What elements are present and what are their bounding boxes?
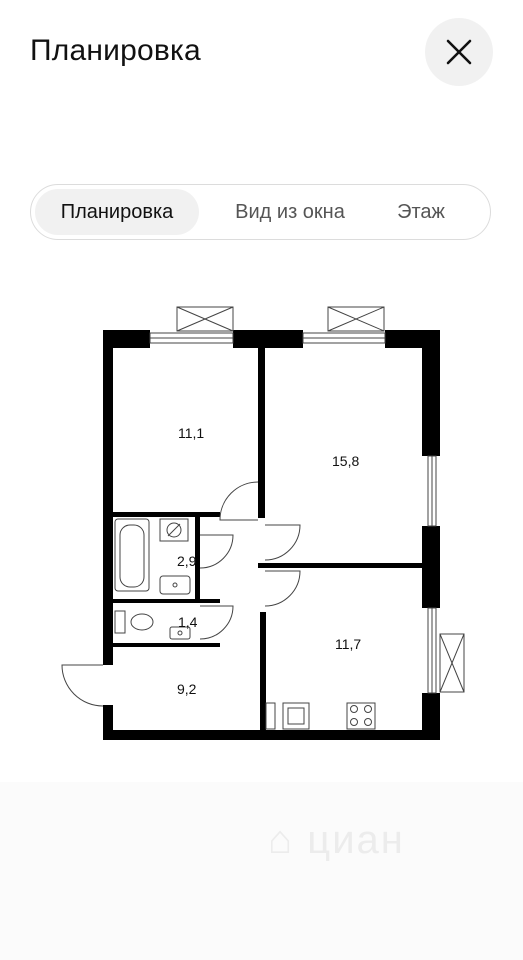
room-area-label: 1,4 xyxy=(178,614,198,630)
room-area-label: 11,1 xyxy=(178,425,204,441)
watermark: ⌂ циан xyxy=(268,818,405,863)
header: Планировка xyxy=(0,0,523,110)
close-button[interactable] xyxy=(425,18,493,86)
room-area-label: 9,2 xyxy=(177,681,197,697)
bottom-area xyxy=(0,782,523,960)
tab-window-view[interactable]: Вид из окна xyxy=(207,189,373,235)
floorplan-image: 11,1 15,8 2,9 1,4 11,7 9,2 xyxy=(61,306,465,740)
view-tabs: Планировка Вид из окна Этаж xyxy=(30,184,491,240)
room-area-label: 2,9 xyxy=(177,553,197,569)
close-icon xyxy=(446,39,472,65)
tab-layout[interactable]: Планировка xyxy=(35,189,199,235)
watermark-text: циан xyxy=(307,818,405,862)
room-area-label: 11,7 xyxy=(335,636,361,652)
page-title: Планировка xyxy=(30,34,201,67)
room-area-label: 15,8 xyxy=(332,453,359,469)
cian-logo-icon: ⌂ xyxy=(268,818,295,862)
tab-floor[interactable]: Этаж xyxy=(373,189,469,235)
floorplan-viewer[interactable]: 11,1 15,8 2,9 1,4 11,7 9,2 xyxy=(0,262,523,782)
